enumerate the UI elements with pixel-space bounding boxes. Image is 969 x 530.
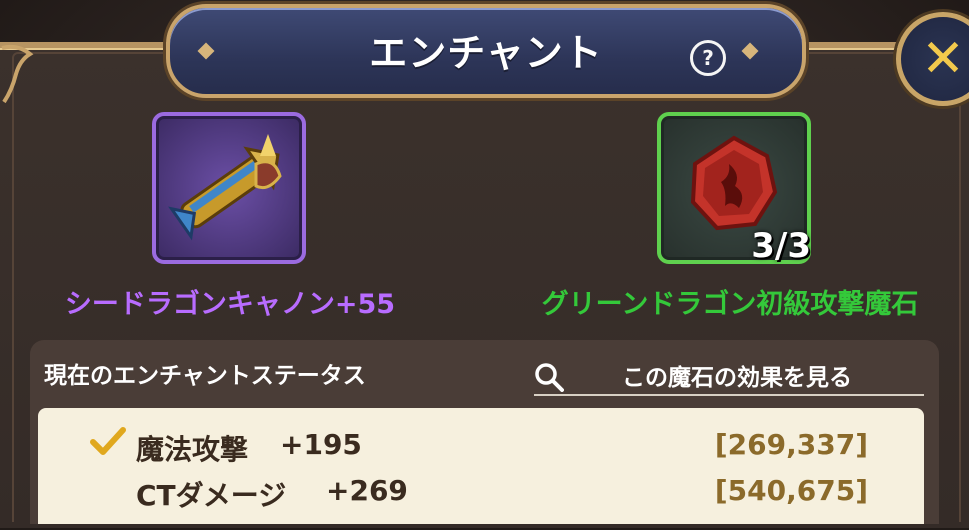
stat-row: CTダメージ +269 [540,675] [38,468,924,512]
material-item-slot[interactable]: 3/3 [657,112,811,266]
stat-bonus: +195 [280,428,362,461]
stat-name: CTダメージ [136,479,287,512]
target-item-slot[interactable] [152,112,306,264]
status-title: 現在のエンチャントステータス [44,363,366,389]
stat-bonus: +269 [326,474,408,507]
title-banner: エンチャント ? [166,4,806,98]
stat-row: 魔法攻撃 +195 [269,337] [38,422,924,466]
panel-corner-ornament [1,44,34,104]
stats-list: 魔法攻撃 +195 [269,337] CTダメージ +269 [540,675… [38,408,924,524]
material-count: 3/3 [751,226,811,266]
stat-name: 魔法攻撃 [136,433,249,466]
cannon-weapon-icon [168,134,282,241]
stat-range: [540,675] [714,474,868,507]
stat-range: [269,337] [714,428,868,461]
view-effect-link[interactable]: この魔石の効果を見る [534,350,924,396]
target-item-name: シードラゴンキャノン+55 [64,289,396,320]
search-icon [535,363,564,392]
help-button[interactable]: ? [690,40,726,76]
view-effect-label: この魔石の効果を見る [622,365,852,391]
close-icon: ✕ [921,29,965,89]
checkmark-icon [90,427,126,455]
material-item-name: グリーンドラゴン初級攻撃魔石 [541,289,919,320]
